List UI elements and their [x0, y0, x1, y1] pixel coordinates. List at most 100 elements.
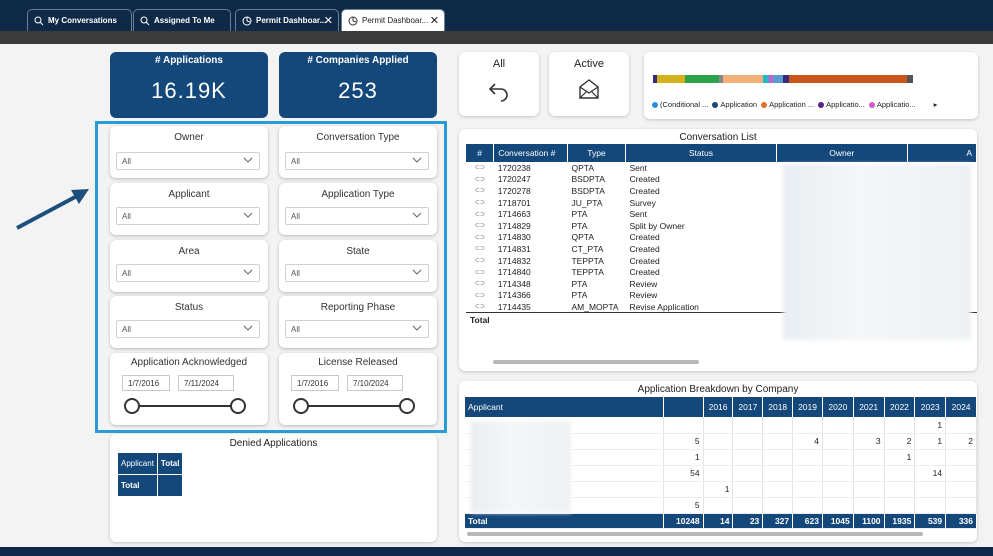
all-button[interactable]: All: [459, 52, 539, 116]
owner-dropdown[interactable]: All: [116, 152, 260, 170]
table-cell: 2: [945, 433, 977, 450]
column-header[interactable]: #: [466, 144, 495, 162]
status-dropdown[interactable]: All: [116, 320, 260, 338]
column-header[interactable]: 2018: [762, 397, 794, 417]
link-icon[interactable]: ⊂⊃: [466, 255, 494, 267]
start-date-input[interactable]: 1/7/2016: [291, 375, 339, 391]
table-cell: 1720238: [497, 162, 531, 173]
slider-start-handle[interactable]: [124, 398, 140, 414]
column-header[interactable]: 2016: [703, 397, 734, 417]
column-header[interactable]: Applicant: [117, 452, 158, 475]
table-cell: QPTA: [571, 232, 594, 243]
tab-permit-dashboard-1[interactable]: Permit Dashboar... ✕: [235, 9, 339, 31]
legend-item[interactable]: Application ...: [761, 100, 814, 109]
table-cell: TEPPTA: [571, 267, 604, 278]
column-header[interactable]: 2019: [792, 397, 823, 417]
column-header[interactable]: Owner: [776, 144, 908, 162]
conversation-type-dropdown[interactable]: All: [285, 152, 429, 170]
area-dropdown[interactable]: All: [116, 264, 260, 282]
link-icon[interactable]: ⊂⊃: [466, 197, 494, 209]
tab-my-conversations[interactable]: My Conversations: [27, 9, 132, 31]
application-type-dropdown[interactable]: All: [285, 207, 429, 225]
table-cell: 1: [884, 449, 916, 466]
tab-assigned-to-me[interactable]: Assigned To Me: [133, 9, 231, 31]
table-cell: TEPPTA: [571, 255, 604, 266]
table-cell: Review: [629, 278, 658, 289]
slider-end-handle[interactable]: [230, 398, 246, 414]
link-icon[interactable]: ⊂⊃: [466, 162, 494, 174]
table-cell: [853, 497, 885, 514]
end-date-input[interactable]: 7/11/2024: [178, 375, 234, 391]
column-header[interactable]: Applicant: [465, 397, 665, 417]
kpi-label: # Applications: [155, 55, 223, 66]
link-icon[interactable]: ⊂⊃: [466, 301, 494, 313]
slider-end-handle[interactable]: [399, 398, 415, 414]
date-range-slider[interactable]: [293, 398, 415, 414]
table-cell: [762, 481, 794, 498]
link-icon[interactable]: ⊂⊃: [466, 243, 494, 255]
close-icon[interactable]: ✕: [324, 14, 333, 27]
date-range-slider[interactable]: [124, 398, 246, 414]
table-cell: [822, 465, 854, 482]
column-header[interactable]: Type: [567, 144, 626, 162]
table-cell: [792, 465, 823, 482]
table-cell: [884, 465, 916, 482]
column-header[interactable]: Conversation #: [493, 144, 568, 162]
horizontal-scrollbar[interactable]: [493, 360, 699, 364]
state-dropdown[interactable]: All: [285, 264, 429, 282]
link-icon[interactable]: ⊂⊃: [466, 290, 494, 302]
link-icon[interactable]: ⊂⊃: [466, 232, 494, 244]
table-cell: [792, 497, 823, 514]
button-label: Active: [574, 58, 604, 70]
dropdown-value: All: [122, 325, 131, 334]
applicant-dropdown[interactable]: All: [116, 207, 260, 225]
link-icon[interactable]: ⊂⊃: [466, 278, 494, 290]
redacted-owner-column: [783, 164, 971, 340]
legend-item[interactable]: (Conditional ...: [652, 100, 708, 109]
table-cell: 4: [792, 433, 823, 450]
link-icon[interactable]: ⊂⊃: [466, 266, 494, 278]
column-header[interactable]: A: [907, 144, 977, 162]
legend-next-arrow[interactable]: ▸: [934, 100, 938, 109]
table-cell: Created: [629, 243, 660, 254]
tab-permit-dashboard-2[interactable]: Permit Dashboar... ✕: [341, 9, 445, 31]
column-header[interactable]: 2023: [914, 397, 947, 417]
denied-table: Applicant Total Total: [117, 452, 184, 497]
legend-item[interactable]: Applicatio...: [868, 100, 916, 109]
table-cell: 14: [914, 465, 947, 482]
column-header[interactable]: 2024: [945, 397, 977, 417]
slider-start-handle[interactable]: [293, 398, 309, 414]
horizontal-scrollbar[interactable]: [467, 532, 923, 536]
legend-item[interactable]: Application: [712, 100, 757, 109]
dropdown-value: All: [122, 212, 131, 221]
column-header[interactable]: 2022: [884, 397, 916, 417]
column-header[interactable]: 2021: [853, 397, 885, 417]
table-cell: 1714435: [497, 301, 531, 312]
link-icon[interactable]: ⊂⊃: [466, 185, 494, 197]
status-slicer: Status All: [110, 296, 268, 348]
status-stacked-bar[interactable]: [653, 75, 913, 83]
table-cell: [914, 497, 947, 514]
active-button[interactable]: Active: [549, 52, 629, 116]
close-icon[interactable]: ✕: [430, 14, 439, 27]
start-date-input[interactable]: 1/7/2016: [122, 375, 170, 391]
column-header[interactable]: [663, 397, 704, 417]
tab-label: Permit Dashboar...: [362, 16, 429, 25]
column-header[interactable]: 2020: [822, 397, 854, 417]
legend-item[interactable]: Applicatio...: [818, 100, 865, 109]
table-cell: [732, 433, 764, 450]
table-cell: BSDPTA: [571, 185, 605, 196]
total-cell: 336: [945, 513, 977, 529]
table-cell: [732, 497, 764, 514]
tab-bar: My Conversations Assigned To Me Permit D…: [0, 0, 993, 31]
column-header[interactable]: 2017: [732, 397, 764, 417]
link-icon[interactable]: ⊂⊃: [466, 174, 494, 186]
link-icon[interactable]: ⊂⊃: [466, 208, 494, 220]
reporting-phase-dropdown[interactable]: All: [285, 320, 429, 338]
column-header[interactable]: Total: [156, 452, 184, 475]
link-icon[interactable]: ⊂⊃: [466, 220, 494, 232]
state-slicer: State All: [279, 240, 437, 292]
table-cell: [884, 481, 916, 498]
column-header[interactable]: Status: [625, 144, 777, 162]
end-date-input[interactable]: 7/10/2024: [347, 375, 403, 391]
